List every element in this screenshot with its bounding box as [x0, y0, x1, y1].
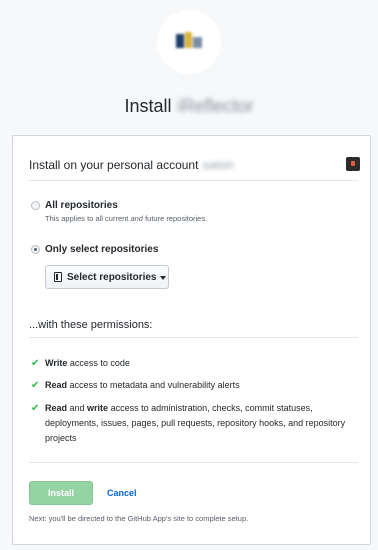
radio-only-select-input[interactable]: [31, 245, 40, 254]
permission-item: ✔ Read access to metadata and vulnerabil…: [31, 380, 240, 391]
account-label: Install on your personal account: [29, 158, 199, 172]
install-card: Install on your personal account satish A…: [12, 135, 371, 545]
permission-item: ✔ Read and write access to administratio…: [31, 403, 346, 443]
divider: [29, 180, 358, 181]
chevron-down-icon: [160, 276, 167, 280]
permissions-heading: ...with these permissions:: [29, 319, 153, 331]
page-title: Install iReflector: [0, 96, 378, 117]
radio-all-repositories-label[interactable]: All repositories: [45, 200, 118, 211]
permission-item: ✔ Write access to code: [31, 358, 130, 369]
radio-only-select-label[interactable]: Only select repositories: [45, 244, 158, 255]
account-username: satish: [202, 158, 234, 172]
select-repositories-label: Select repositories: [67, 271, 157, 283]
install-button[interactable]: Install: [29, 481, 93, 505]
divider: [29, 462, 358, 463]
app-logo-icon: [176, 32, 202, 52]
divider: [29, 337, 358, 338]
app-logo: [157, 10, 221, 74]
app-name: iReflector: [177, 96, 254, 116]
check-icon: ✔: [31, 358, 40, 369]
page-title-label: Install: [124, 96, 172, 116]
check-icon: ✔: [31, 380, 40, 391]
check-icon: ✔: [31, 403, 40, 414]
account-row: Install on your personal account satish: [29, 158, 358, 172]
cancel-link[interactable]: Cancel: [107, 488, 137, 498]
repo-icon: [54, 272, 62, 282]
radio-all-repositories-input[interactable]: [31, 201, 40, 210]
select-repositories-button[interactable]: Select repositories: [45, 265, 169, 289]
next-step-note: Next: you'll be directed to the GitHub A…: [29, 514, 249, 523]
account-avatar-icon: [346, 157, 360, 171]
install-app-page: Install iReflector Install on your person…: [0, 0, 378, 550]
all-repositories-note: This applies to all current and future r…: [45, 214, 208, 223]
